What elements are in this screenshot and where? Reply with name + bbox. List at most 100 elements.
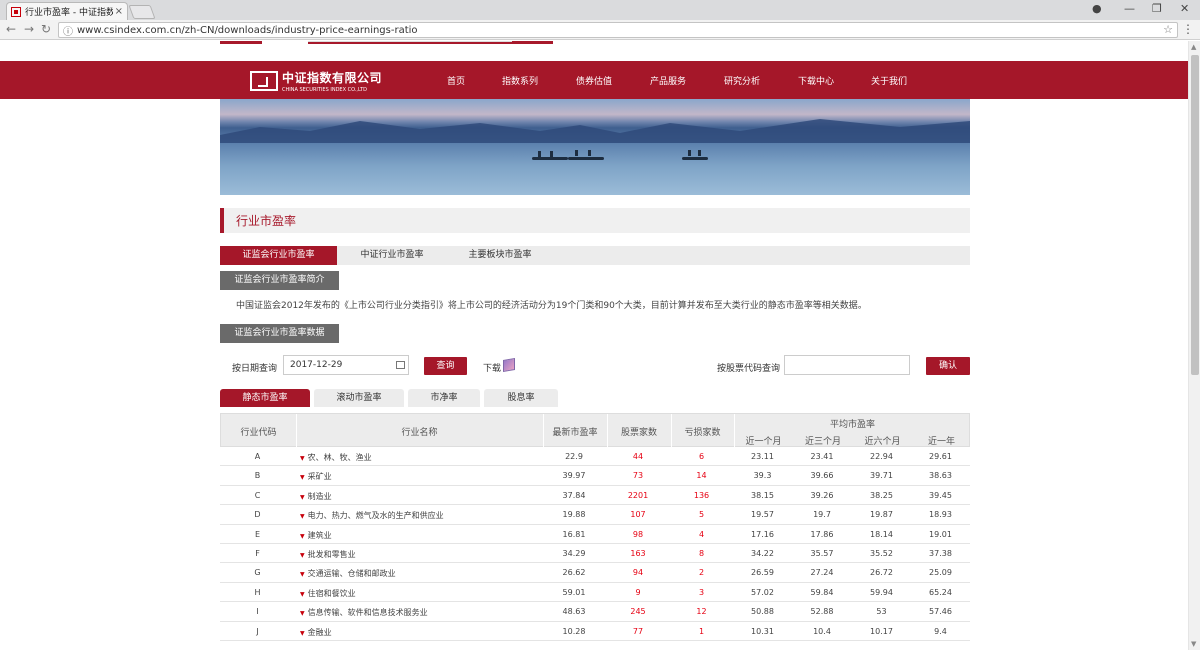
cell-name[interactable]: 信息传输、软件和信息技术服务业 xyxy=(300,607,540,618)
cell-stocks: 245 xyxy=(630,607,646,617)
cell-code: A xyxy=(254,452,261,461)
cell-m1: 34.22 xyxy=(751,549,774,558)
cell-m1: 19.57 xyxy=(751,510,774,520)
cell-name[interactable]: 采矿业 xyxy=(300,471,540,482)
tab-board-pe[interactable]: 主要板块市盈率 xyxy=(447,246,553,265)
subtab-pb[interactable]: 市净率 xyxy=(408,389,480,407)
table-row: J 金融业 10.28 77 1 10.31 10.4 10.17 9.4 xyxy=(220,622,970,641)
cell-name[interactable]: 建筑业 xyxy=(300,530,540,541)
th-name: 行业名称 xyxy=(401,428,438,438)
url-input[interactable]: ⓘ www.csindex.com.cn/zh-CN/downloads/ind… xyxy=(58,22,1178,38)
cell-m6: 26.72 xyxy=(870,568,893,578)
top-strip-gap xyxy=(262,41,308,44)
cell-loss: 14 xyxy=(696,471,707,481)
new-tab-button[interactable] xyxy=(128,5,156,19)
tab-close-icon[interactable]: × xyxy=(115,6,123,17)
th-6m: 近六个月 xyxy=(864,437,901,447)
scroll-up-icon[interactable]: ▲ xyxy=(1191,43,1196,51)
confirm-button[interactable]: 确认 xyxy=(926,357,970,375)
cell-code: G xyxy=(254,568,261,578)
cell-name[interactable]: 交通运输、仓储和邮政业 xyxy=(300,568,540,579)
cell-stocks: 44 xyxy=(632,452,644,461)
cell-m6: 38.25 xyxy=(870,490,893,500)
cell-name[interactable]: 住宿和餐饮业 xyxy=(300,588,540,599)
nav-index-series[interactable]: 指数系列 xyxy=(502,74,538,87)
subtab-static-pe[interactable]: 静态市盈率 xyxy=(220,389,310,407)
scrollbar-thumb[interactable] xyxy=(1191,55,1199,375)
browser-tab-title: 行业市盈率 - 中证指数有... xyxy=(25,8,113,18)
minimize-icon[interactable]: — xyxy=(1124,2,1135,15)
profile-icon[interactable]: ● xyxy=(1092,2,1102,15)
cell-name[interactable]: 批发和零售业 xyxy=(300,549,540,560)
cell-pe: 10.28 xyxy=(562,626,586,636)
cell-name[interactable]: 金融业 xyxy=(300,627,540,638)
banner-mountains xyxy=(220,119,970,143)
page-info-icon[interactable]: ⓘ xyxy=(63,23,73,38)
cell-name[interactable]: 农、林、牧、渔业 xyxy=(300,452,540,463)
site-logo[interactable]: 中证指数有限公司 CHINA SECURITIES INDEX CO.,LTD xyxy=(250,69,382,93)
cell-pe: 22.9 xyxy=(565,452,583,461)
intro-button[interactable]: 证监会行业市盈率简介 xyxy=(220,271,339,290)
cell-m1: 23.11 xyxy=(751,452,774,461)
paddler-2 xyxy=(550,151,553,157)
download-label[interactable]: 下载 xyxy=(483,361,501,374)
data-button[interactable]: 证监会行业市盈率数据 xyxy=(220,324,339,343)
forward-arrow-icon[interactable]: → xyxy=(24,22,34,36)
cell-loss: 4 xyxy=(698,529,705,539)
window-close-icon[interactable]: ✕ xyxy=(1180,2,1189,15)
banner-image xyxy=(220,99,970,195)
download-icon[interactable] xyxy=(503,357,515,373)
cell-m6: 18.14 xyxy=(870,529,893,539)
table-header: 行业代码 行业名称 最新市盈率 股票家数 亏损家数 平均市盈率 近一个月 近三个… xyxy=(220,413,970,448)
cell-m6: 53 xyxy=(876,607,887,617)
cell-stocks: 73 xyxy=(632,471,644,481)
nav-products[interactable]: 产品服务 xyxy=(650,74,686,87)
date-input[interactable]: 2017-12-29 xyxy=(283,355,409,375)
cell-pe: 26.62 xyxy=(562,568,586,578)
stock-code-input[interactable] xyxy=(784,355,910,375)
cell-m6: 35.52 xyxy=(870,549,893,558)
cell-stocks: 77 xyxy=(632,626,644,636)
kayak-3 xyxy=(682,157,708,160)
nav-home[interactable]: 首页 xyxy=(447,74,465,87)
th-avg-pe: 平均市盈率 xyxy=(829,420,875,430)
tab-csrc-pe[interactable]: 证监会行业市盈率 xyxy=(220,246,337,265)
browser-tab[interactable]: 行业市盈率 - 中证指数有... × xyxy=(6,2,128,20)
tab-csi-pe[interactable]: 中证行业市盈率 xyxy=(337,246,447,265)
calendar-icon[interactable] xyxy=(396,361,405,369)
nav-research[interactable]: 研究分析 xyxy=(724,74,760,87)
cell-name[interactable]: 电力、热力、燃气及水的生产和供应业 xyxy=(300,510,540,521)
cell-m6: 59.94 xyxy=(870,587,893,597)
cell-name[interactable]: 制造业 xyxy=(300,491,540,502)
reload-icon[interactable]: ↻ xyxy=(41,22,51,36)
browser-menu-icon[interactable]: ⋮ xyxy=(1182,22,1194,36)
th-3m: 近三个月 xyxy=(804,437,841,447)
scroll-down-icon[interactable]: ▼ xyxy=(1191,640,1196,648)
nav-downloads[interactable]: 下载中心 xyxy=(798,74,834,87)
cell-y1: 18.93 xyxy=(929,510,952,520)
bookmark-star-icon[interactable]: ☆ xyxy=(1163,23,1173,36)
cell-code: C xyxy=(254,490,261,500)
cell-m3: 10.4 xyxy=(813,626,831,636)
cell-code: E xyxy=(254,529,261,539)
nav-bond-valuation[interactable]: 债券估值 xyxy=(576,74,612,87)
intro-text: 中国证监会2012年发布的《上市公司行业分类指引》将上市公司的经济活动分为19个… xyxy=(236,301,867,311)
back-arrow-icon[interactable]: ← xyxy=(6,22,16,36)
address-bar: ← → ↻ ⓘ www.csindex.com.cn/zh-CN/downloa… xyxy=(0,20,1200,40)
nav-about[interactable]: 关于我们 xyxy=(871,74,907,87)
page-scrollbar[interactable]: ▲ ▼ xyxy=(1188,41,1200,650)
cell-loss: 5 xyxy=(698,510,705,520)
cell-m1: 39.3 xyxy=(753,471,772,481)
paddler-6 xyxy=(698,150,701,156)
th-latest-pe: 最新市盈率 xyxy=(552,428,598,438)
cell-stocks: 94 xyxy=(632,568,644,578)
logo-mark-icon xyxy=(250,71,278,91)
cell-code: D xyxy=(254,510,261,520)
kayak-1 xyxy=(532,157,568,160)
restore-icon[interactable]: ❐ xyxy=(1152,2,1162,15)
cell-m1: 38.15 xyxy=(751,490,774,500)
th-1m: 近一个月 xyxy=(745,437,782,447)
subtab-rolling-pe[interactable]: 滚动市盈率 xyxy=(314,389,404,407)
query-button[interactable]: 查询 xyxy=(424,357,467,375)
subtab-dividend[interactable]: 股息率 xyxy=(484,389,558,407)
